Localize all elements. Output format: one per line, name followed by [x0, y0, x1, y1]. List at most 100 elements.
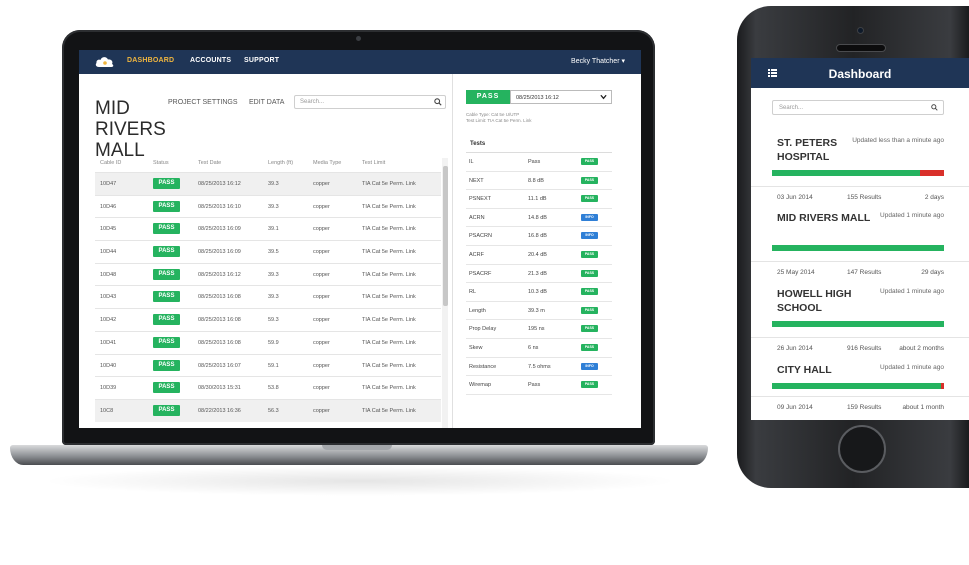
project-results: 916 Results [847, 345, 882, 352]
project-name[interactable]: MID RIVERS MALL [777, 211, 877, 225]
status-badge: PASS [153, 268, 180, 280]
fail-segment [940, 383, 944, 389]
test-row[interactable]: RL 10.3 dB PASS [466, 283, 612, 302]
cell-test-date: 08/25/2013 16:08 [198, 294, 241, 301]
table-row[interactable]: 10D47 08/25/2013 16:12 39.3 copper TIA Cat 5… [95, 172, 441, 195]
test-name: ACRF [469, 252, 484, 258]
phone-camera [857, 27, 864, 34]
test-row[interactable]: PSNEXT 11.1 dB PASS [466, 190, 612, 209]
test-row[interactable]: Skew 6 ns PASS [466, 339, 612, 358]
table-row[interactable]: 10D40 08/25/2013 16:07 59.1 copper TIA Cat 5… [95, 353, 441, 377]
table-row[interactable]: 10D44 08/25/2013 16:09 39.5 copper TIA Cat 5… [95, 240, 441, 263]
phone-speaker [836, 44, 886, 52]
test-date-value: 08/25/2013 16:12 [516, 95, 559, 101]
col-test-limit[interactable]: Test Limit [362, 160, 385, 166]
project-settings-link[interactable]: PROJECT SETTINGS [168, 99, 238, 106]
page-title: MID RIVERS MALL [95, 98, 215, 161]
project-date: 26 Jun 2014 [777, 345, 813, 352]
cloud-logo-icon[interactable] [95, 55, 115, 68]
project-name[interactable]: CITY HALL [777, 363, 877, 377]
cell-cable-id: 10D41 [100, 339, 117, 346]
phone-search-input[interactable]: Search... [772, 100, 944, 115]
test-value: 195 ns [528, 326, 545, 333]
table-scrollbar-thumb[interactable] [443, 166, 448, 306]
test-limit-text: Test Limit: TIA Cat 5e Perm. Link [466, 118, 532, 123]
result-status-badge: PASS [466, 90, 510, 104]
cell-media-type: copper [313, 294, 330, 301]
project-name[interactable]: HOWELL HIGH SCHOOL [777, 287, 877, 315]
col-status[interactable]: Status [153, 160, 169, 166]
user-menu[interactable]: Becky Thatcher ▾ [571, 57, 625, 65]
search-icon[interactable] [434, 98, 442, 106]
project-date: 25 May 2014 [777, 269, 815, 276]
cell-cable-id: 10D44 [100, 249, 117, 256]
table-row[interactable]: 10D43 08/25/2013 16:08 39.3 copper TIA Cat 5… [95, 285, 441, 308]
table-row[interactable]: 10D42 08/25/2013 16:08 59.3 copper TIA Cat 5… [95, 308, 441, 331]
status-badge: PASS [153, 359, 180, 371]
status-badge: PASS [153, 314, 180, 326]
phone-home-button[interactable] [838, 425, 886, 473]
cell-media-type: copper [313, 407, 330, 414]
col-length[interactable]: Length (ft) [268, 160, 293, 166]
search-icon[interactable] [931, 104, 938, 111]
test-row[interactable]: ACRN 14.8 dB INFO [466, 209, 612, 228]
project-date: 09 Jun 2014 [777, 404, 813, 411]
project-progress-bar [772, 245, 944, 251]
cell-media-type: copper [313, 271, 330, 278]
project-age: 2 days [924, 194, 944, 201]
test-value: 16.8 dB [528, 233, 547, 240]
col-media-type[interactable]: Media Type [313, 160, 341, 166]
project-age: about 2 months [899, 345, 944, 352]
test-row[interactable]: PSACRN 16.8 dB INFO [466, 227, 612, 246]
search-input[interactable]: Search... [294, 95, 446, 109]
test-value: 20.4 dB [528, 252, 547, 258]
cell-test-date: 08/25/2013 16:09 [198, 226, 241, 233]
test-value: 21.3 dB [528, 270, 547, 277]
cell-test-date: 08/25/2013 16:07 [198, 362, 241, 369]
table-row[interactable]: 10D39 08/30/2013 15:31 53.8 copper TIA Cat 5… [95, 376, 441, 399]
test-value: Pass [528, 382, 541, 389]
test-row[interactable]: IL Pass PASS [466, 153, 612, 172]
laptop-camera [356, 36, 361, 41]
test-name: Wiremap [469, 382, 492, 389]
project-separator [751, 396, 969, 397]
status-badge: PASS [153, 246, 180, 258]
test-row[interactable]: Resistance 7.5 ohms INFO [466, 358, 612, 377]
test-row[interactable]: Wiremap Pass PASS [466, 376, 612, 395]
edit-data-link[interactable]: EDIT DATA [249, 99, 284, 106]
project-separator [751, 261, 969, 262]
fail-segment [919, 170, 944, 176]
test-date-select[interactable]: 08/25/2013 16:12 [510, 90, 612, 104]
table-row[interactable]: 10C8 08/22/2013 16:36 56.3 copper TIA Cat 5e… [95, 398, 441, 422]
table-row[interactable]: 10D46 08/25/2013 16:10 39.3 copper TIA Cat 5… [95, 194, 441, 218]
info-badge: INFO [581, 213, 598, 221]
test-value: 11.1 dB [528, 196, 547, 203]
project-updated-text: Updated less than a minute ago [852, 137, 944, 144]
test-row[interactable]: NEXT 8.8 dB PASS [466, 172, 612, 191]
status-badge: PASS [153, 336, 180, 348]
cell-test-limit: TIA Cat 5e Perm. Link [362, 249, 416, 256]
pass-badge: PASS [581, 288, 598, 296]
test-value: 10.3 dB [528, 289, 547, 296]
col-cable-id[interactable]: Cable ID [100, 160, 121, 166]
nav-dashboard[interactable]: DASHBOARD [127, 57, 174, 64]
cell-media-type: copper [313, 385, 330, 392]
table-row[interactable]: 10D45 08/25/2013 16:09 39.1 copper TIA Cat 5… [95, 217, 441, 240]
test-row[interactable]: Prop Delay 195 ns PASS [466, 320, 612, 339]
test-name: Length [469, 307, 486, 314]
table-row[interactable]: 10D48 08/25/2013 16:12 39.3 copper TIA Cat 5… [95, 262, 441, 286]
test-row[interactable]: Length 39.3 m PASS [466, 302, 612, 321]
col-test-date[interactable]: Test Date [198, 160, 221, 166]
status-badge: PASS [153, 291, 180, 303]
cell-length: 59.3 [268, 317, 279, 324]
nav-support[interactable]: SUPPORT [244, 57, 279, 64]
cell-test-limit: TIA Cat 5e Perm. Link [362, 226, 416, 233]
table-row[interactable]: 10D41 08/25/2013 16:08 59.9 copper TIA Cat 5… [95, 330, 441, 354]
cell-test-date: 08/25/2013 16:12 [198, 271, 241, 278]
chevron-down-icon[interactable] [600, 94, 607, 100]
test-row[interactable]: ACRF 20.4 dB PASS [466, 246, 612, 265]
project-separator [751, 337, 969, 338]
project-progress-bar [772, 170, 944, 176]
test-row[interactable]: PSACRF 21.3 dB PASS [466, 265, 612, 284]
nav-accounts[interactable]: ACCOUNTS [190, 57, 231, 64]
